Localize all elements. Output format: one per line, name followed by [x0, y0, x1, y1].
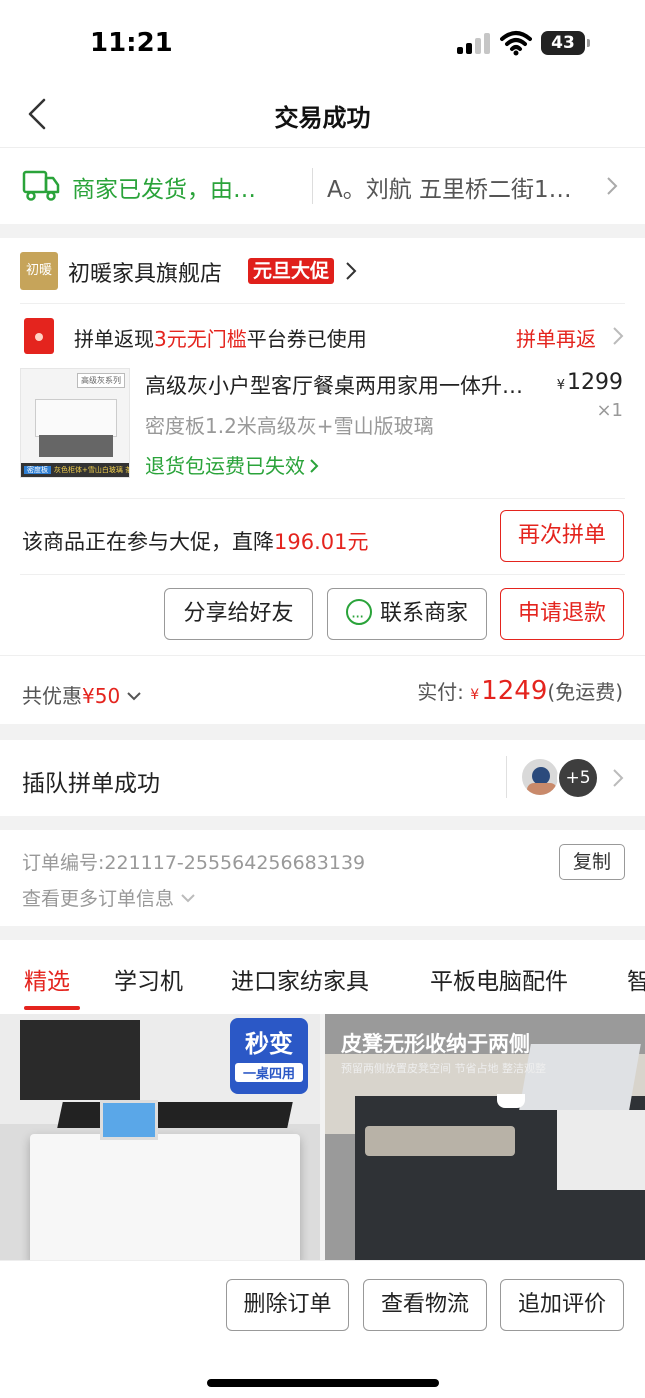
thumb-table-base [39, 435, 113, 457]
divider [20, 498, 625, 499]
product-image-table [30, 1134, 300, 1260]
battery-icon: 43 [541, 31, 590, 55]
rebuy-button[interactable]: 再次拼单 [500, 510, 624, 562]
status-bar: 11:21 43 [0, 0, 645, 80]
divider [312, 168, 313, 204]
tab-selected[interactable]: 精选 [24, 962, 70, 996]
paid-summary: 实付: ¥1249(免运费) [417, 676, 623, 706]
category-tabs: 精选 学习机 进口家纺家具 平板电脑配件 智 [0, 940, 645, 1014]
home-indicator[interactable] [207, 1379, 439, 1387]
bottom-action-bar: 删除订单 查看物流 追加评价 [0, 1260, 645, 1398]
nav-bar: 交易成功 [0, 80, 645, 148]
product-spec: 密度板1.2米高级灰+雪山版玻璃 [145, 414, 434, 438]
chevron-down-icon [181, 894, 195, 903]
truck-icon [22, 170, 60, 201]
product-image-cup [497, 1094, 525, 1108]
product-image-piano [20, 1020, 140, 1100]
product-price: ¥1299 [556, 370, 623, 395]
logistics-bar[interactable]: 商家已发货，由… A。刘航 五里桥二街1… [0, 148, 645, 224]
product-subline: 预留两侧放置皮凳空间 节省占地 整洁观整 [341, 1062, 546, 1075]
coupon-text: 拼单返现3元无门槛平台券已使用 [74, 327, 367, 351]
product-image-tabletop [57, 1102, 293, 1128]
group-rebate-link[interactable]: 拼单再返 [516, 323, 596, 352]
product-badge: 秒变 一桌四用 [230, 1018, 308, 1094]
product-quantity: ×1 [596, 400, 623, 421]
order-info-card: 订单编号:221117-255564256683139 复制 查看更多订单信息 [0, 830, 645, 926]
red-packet-icon [24, 318, 54, 354]
tab-smart[interactable]: 智 [627, 962, 645, 996]
tab-learning-machine[interactable]: 学习机 [114, 962, 183, 996]
active-tab-indicator [24, 1006, 80, 1010]
wifi-icon [500, 31, 532, 56]
delivery-address: A。刘航 五里桥二街1… [327, 177, 572, 203]
chat-icon [345, 592, 372, 642]
product-headline: 皮凳无形收纳于两侧 [341, 1032, 530, 1056]
cellular-signal-icon [457, 32, 493, 54]
order-number: 订单编号:221117-255564256683139 [22, 852, 366, 874]
delete-order-button[interactable]: 删除订单 [226, 1279, 349, 1331]
chevron-right-icon [613, 327, 624, 345]
copy-button[interactable]: 复制 [559, 844, 625, 880]
shop-name[interactable]: 初暖家具旗舰店 [68, 256, 222, 288]
product-image-stool [365, 1126, 515, 1156]
refund-button[interactable]: 申请退款 [500, 588, 624, 640]
chevron-down-icon [127, 692, 141, 701]
promo-note: 该商品正在参与大促，直降196.01元 [22, 530, 369, 554]
contact-seller-button[interactable]: 联系商家 [327, 588, 487, 642]
tab-tablet-accessories[interactable]: 平板电脑配件 [430, 962, 568, 996]
divider [0, 655, 645, 656]
recommended-product[interactable]: 皮凳无形收纳于两侧 预留两侧放置皮凳空间 节省占地 整洁观整 [325, 1014, 645, 1260]
divider [506, 756, 507, 798]
order-card: 初暖 初暖家具旗舰店 元旦大促 拼单返现3元无门槛平台券已使用 拼单再返 高级灰… [0, 238, 645, 724]
product-image-laptop [519, 1044, 641, 1110]
avatar-more-count: +5 [557, 757, 599, 799]
add-review-button[interactable]: 追加评价 [500, 1279, 624, 1331]
product-thumbnail[interactable]: 高级灰系列 密度板灰色柜体+雪山白玻璃 茶几 [20, 368, 130, 478]
thumb-bar: 密度板灰色柜体+雪山白玻璃 茶几 [21, 463, 129, 477]
share-button[interactable]: 分享给好友 [164, 588, 313, 640]
group-buy-title: 插队拼单成功 [22, 771, 160, 797]
status-time: 11:21 [90, 28, 173, 58]
divider [20, 303, 625, 304]
divider [20, 574, 625, 575]
product-title[interactable]: 高级灰小户型客厅餐桌两用家用一体升降茶几 [145, 370, 537, 400]
tab-imported-home[interactable]: 进口家纺家具 [231, 962, 369, 996]
chevron-right-icon [607, 177, 618, 195]
recommended-product[interactable]: 秒变 一桌四用 [0, 1014, 320, 1260]
chevron-right-icon[interactable] [345, 261, 357, 281]
avatar [520, 757, 560, 797]
shop-logo: 初暖 [20, 252, 58, 290]
group-buy-card[interactable]: 插队拼单成功 +5 [0, 740, 645, 816]
product-image-drawer [557, 1110, 645, 1190]
chevron-right-icon [310, 459, 319, 473]
discount-summary[interactable]: 共优惠¥50 [22, 680, 142, 709]
view-logistics-button[interactable]: 查看物流 [363, 1279, 487, 1331]
promo-tag: 元旦大促 [248, 258, 335, 284]
page-title: 交易成功 [274, 104, 371, 132]
thumb-table-top [35, 399, 117, 437]
shipping-status: 商家已发货，由… [72, 177, 256, 203]
thumb-series-tag: 高级灰系列 [77, 373, 125, 388]
more-order-info-link[interactable]: 查看更多订单信息 [22, 884, 196, 911]
chevron-right-icon [613, 769, 624, 787]
return-shipping-note[interactable]: 退货包运费已失效 [145, 450, 319, 479]
product-image-laptop [100, 1100, 158, 1140]
order-detail-page: 11:21 43 交易成功 商家已发货，由… A。刘航 五里桥二街1… 初暖 初… [0, 0, 645, 1398]
